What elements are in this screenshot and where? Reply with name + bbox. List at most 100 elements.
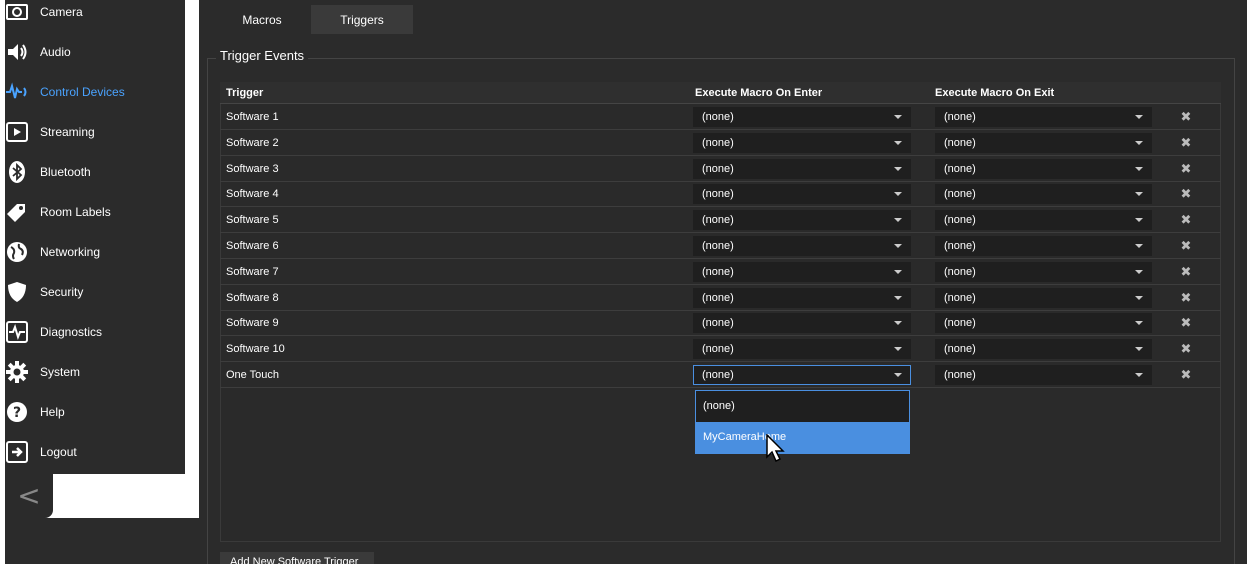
chevron-down-icon: [894, 115, 902, 119]
exit-macro-select[interactable]: (none): [935, 210, 1152, 230]
sidebar-item-help[interactable]: ? Help: [0, 392, 180, 432]
delete-trigger-icon[interactable]: ✖: [1179, 315, 1193, 330]
sidebar-item-label: Control Devices: [40, 85, 125, 99]
delete-trigger-icon[interactable]: ✖: [1179, 135, 1193, 150]
enter-macro-select[interactable]: (none): [693, 236, 911, 256]
trigger-name: Software 6: [226, 240, 279, 252]
exit-macro-select[interactable]: (none): [935, 184, 1152, 204]
sidebar-item-system[interactable]: System: [0, 352, 180, 392]
exit-macro-select[interactable]: (none): [935, 339, 1152, 359]
play-icon: [5, 120, 29, 144]
select-value: (none): [944, 188, 976, 200]
sidebar-item-bluetooth[interactable]: Bluetooth: [0, 152, 180, 192]
chevron-down-icon: [894, 270, 902, 274]
enter-macro-select[interactable]: (none): [693, 339, 911, 359]
chevron-down-icon: [894, 373, 902, 377]
sidebar-item-label: Room Labels: [40, 205, 111, 219]
exit-macro-select[interactable]: (none): [935, 107, 1152, 127]
trigger-name: Software 2: [226, 137, 279, 149]
section-title: Trigger Events: [216, 48, 309, 63]
chevron-down-icon: [894, 244, 902, 248]
enter-macro-select[interactable]: (none): [693, 107, 911, 127]
sidebar-item-networking[interactable]: Networking: [0, 232, 180, 272]
delete-trigger-icon[interactable]: ✖: [1179, 341, 1193, 356]
delete-trigger-icon[interactable]: ✖: [1179, 264, 1193, 279]
select-value: (none): [702, 214, 734, 226]
sidebar-item-label: Bluetooth: [40, 165, 91, 179]
sidebar-item-audio[interactable]: Audio: [0, 32, 180, 72]
delete-trigger-icon[interactable]: ✖: [1179, 161, 1193, 176]
tag-icon: [5, 200, 29, 224]
trigger-name: Software 7: [226, 266, 279, 278]
select-value: (none): [702, 266, 734, 278]
enter-macro-select[interactable]: (none): [693, 133, 911, 153]
enter-macro-select[interactable]: (none): [693, 313, 911, 333]
chevron-down-icon: [894, 167, 902, 171]
chevron-down-icon: [894, 296, 902, 300]
chevron-down-icon: [1135, 321, 1143, 325]
select-value: (none): [944, 266, 976, 278]
delete-trigger-icon[interactable]: ✖: [1179, 186, 1193, 201]
sidebar-item-label: Audio: [40, 45, 71, 59]
exit-macro-select[interactable]: (none): [935, 313, 1152, 333]
sidebar-item-streaming[interactable]: Streaming: [0, 112, 180, 152]
enter-macro-select[interactable]: (none): [693, 262, 911, 282]
chevron-left-icon: <: [17, 479, 41, 512]
exit-macro-select[interactable]: (none): [935, 288, 1152, 308]
sidebar-item-label: Networking: [40, 245, 101, 259]
select-value: (none): [702, 369, 734, 381]
delete-trigger-icon[interactable]: ✖: [1179, 290, 1193, 305]
select-value: (none): [702, 240, 734, 252]
macro-dropdown-list: (none) MyCameraHome: [695, 390, 910, 454]
sidebar-item-label: Help: [40, 405, 65, 419]
sidebar-footer: [5, 518, 199, 564]
delete-trigger-icon[interactable]: ✖: [1179, 367, 1193, 382]
tab-triggers[interactable]: Triggers: [311, 5, 413, 34]
svg-text:?: ?: [13, 405, 21, 421]
enter-macro-select[interactable]: (none): [693, 365, 911, 385]
exit-macro-select[interactable]: (none): [935, 159, 1152, 179]
chevron-down-icon: [1135, 373, 1143, 377]
sidebar-item-label: Camera: [40, 5, 83, 19]
sidebar-collapse-button[interactable]: <: [5, 474, 53, 518]
add-software-trigger-button[interactable]: Add New Software Trigger: [220, 552, 374, 564]
sidebar-item-label: System: [40, 365, 81, 379]
delete-trigger-icon[interactable]: ✖: [1179, 109, 1193, 124]
sidebar-item-diagnostics[interactable]: Diagnostics: [0, 312, 180, 352]
select-value: (none): [944, 163, 976, 175]
enter-macro-select[interactable]: (none): [693, 288, 911, 308]
bluetooth-icon: [5, 160, 29, 184]
chevron-down-icon: [1135, 218, 1143, 222]
dropdown-option-mycamerahome[interactable]: MyCameraHome: [696, 422, 909, 453]
select-value: (none): [702, 188, 734, 200]
trigger-name: Software 1: [226, 111, 279, 123]
exit-macro-select[interactable]: (none): [935, 133, 1152, 153]
sidebar-item-camera[interactable]: Camera: [0, 0, 180, 32]
tab-macros[interactable]: Macros: [213, 5, 311, 34]
dropdown-option-none[interactable]: (none): [696, 391, 909, 422]
sidebar-item-room-labels[interactable]: Room Labels: [0, 192, 180, 232]
exit-macro-select[interactable]: (none): [935, 236, 1152, 256]
select-value: (none): [944, 111, 976, 123]
exit-macro-select[interactable]: (none): [935, 262, 1152, 282]
sidebar-item-control-devices[interactable]: Control Devices: [0, 72, 180, 112]
shield-icon: [5, 280, 29, 304]
sidebar-item-security[interactable]: Security: [0, 272, 180, 312]
enter-macro-select[interactable]: (none): [693, 184, 911, 204]
enter-macro-select[interactable]: (none): [693, 159, 911, 179]
enter-macro-select[interactable]: (none): [693, 210, 911, 230]
exit-macro-select[interactable]: (none): [935, 365, 1152, 385]
column-header-exit: Execute Macro On Exit: [935, 87, 1055, 99]
sidebar-item-label: Diagnostics: [40, 325, 103, 339]
chevron-down-icon: [1135, 115, 1143, 119]
chevron-down-icon: [894, 218, 902, 222]
delete-trigger-icon[interactable]: ✖: [1179, 238, 1193, 253]
control-devices-icon: [5, 80, 29, 104]
select-value: (none): [702, 111, 734, 123]
chevron-down-icon: [1135, 192, 1143, 196]
select-value: (none): [944, 369, 976, 381]
select-value: (none): [944, 214, 976, 226]
sidebar-item-logout[interactable]: Logout: [0, 432, 180, 472]
trigger-name: Software 9: [226, 317, 279, 329]
delete-trigger-icon[interactable]: ✖: [1179, 212, 1193, 227]
